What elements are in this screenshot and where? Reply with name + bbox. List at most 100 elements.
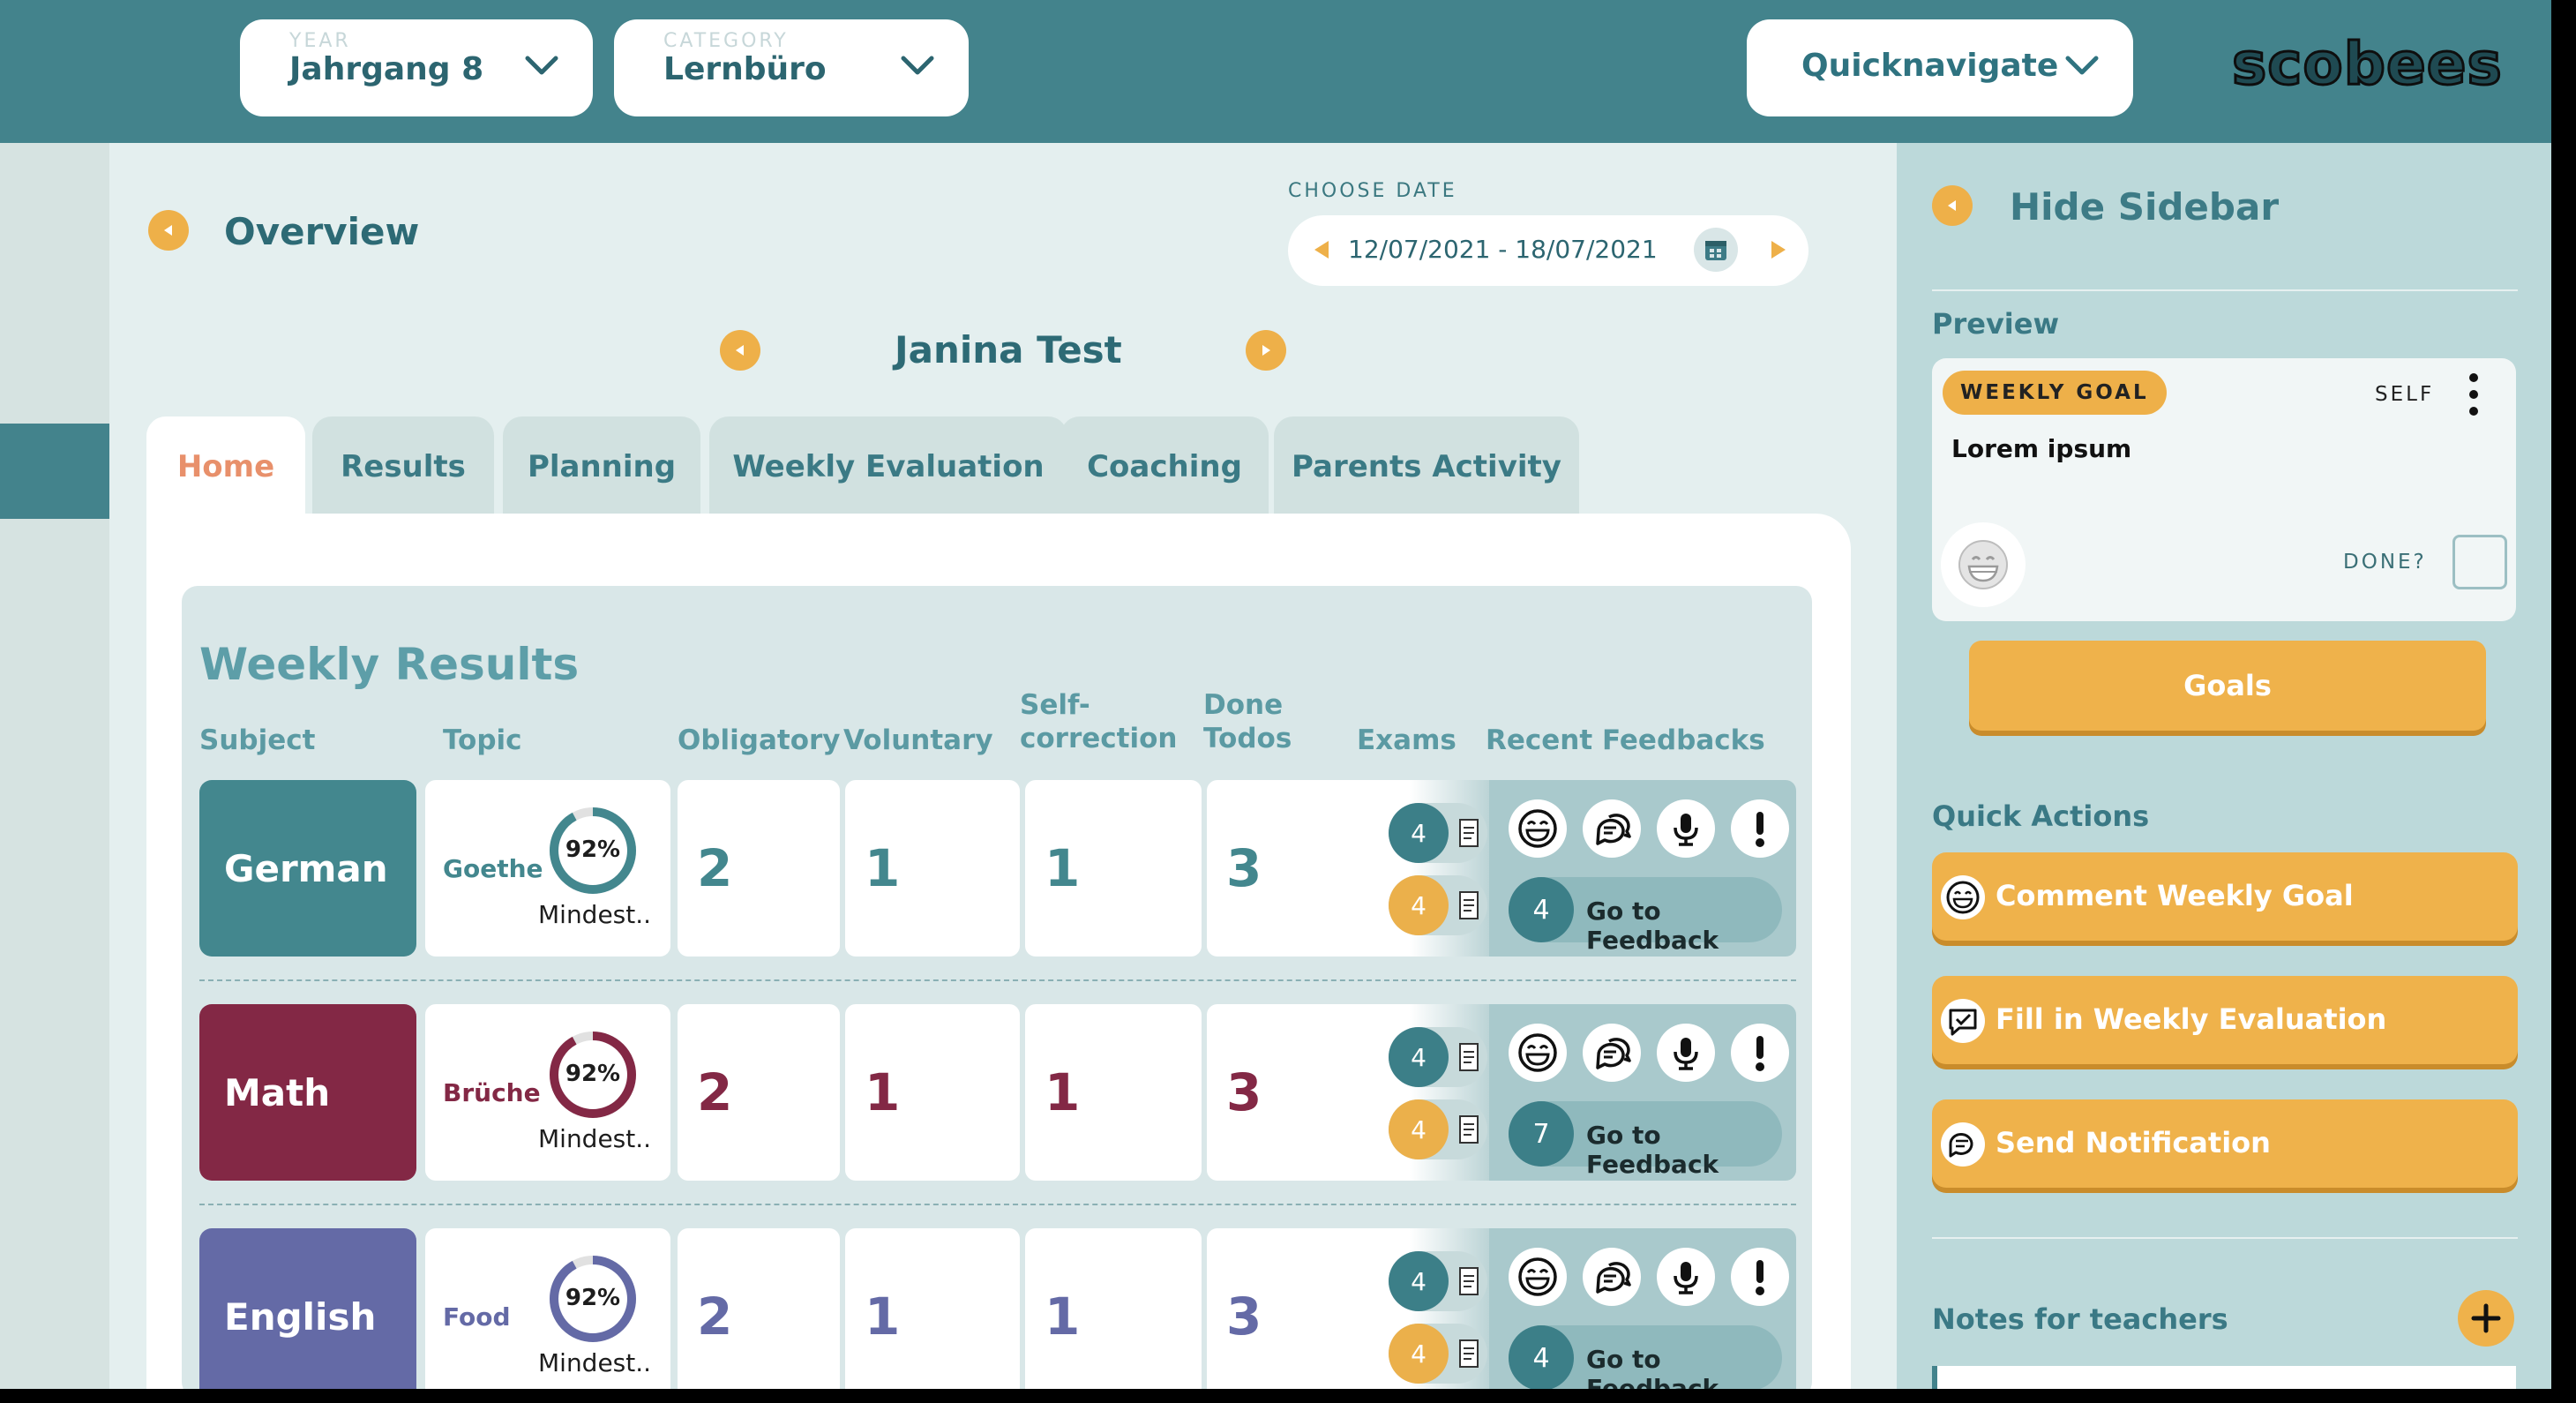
tab-results[interactable]: Results — [312, 416, 494, 517]
scobees-logo[interactable]: scobees — [2231, 29, 2504, 100]
col-topic: Topic — [443, 724, 522, 756]
exam-pill-yellow[interactable]: 4 — [1389, 1099, 1487, 1159]
smiley-icon[interactable] — [1509, 799, 1567, 858]
chevron-down-icon — [901, 56, 934, 75]
grinning-face-icon[interactable] — [1941, 522, 2026, 607]
done-todos-count: 3 — [1207, 780, 1382, 957]
smiley-icon[interactable] — [1509, 1024, 1567, 1082]
exams-cell: 4 4 — [1357, 1004, 1489, 1181]
tab-coaching[interactable]: Coaching — [1060, 416, 1269, 517]
chat-bubbles-icon[interactable] — [1583, 1024, 1641, 1082]
obligatory-count: 2 — [678, 1004, 840, 1181]
goals-button[interactable]: Goals — [1969, 641, 2486, 731]
notepad-icon — [1459, 819, 1479, 847]
done-todos-count: 3 — [1207, 1228, 1382, 1389]
more-options-icon[interactable] — [2465, 371, 2482, 418]
hide-sidebar-button[interactable] — [1932, 185, 1973, 226]
selfcorrection-count: 1 — [1025, 780, 1202, 957]
go-to-feedback-label: Go to Feedback — [1586, 897, 1719, 955]
microphone-icon[interactable] — [1657, 799, 1715, 858]
category-value: Lernbüro — [663, 51, 827, 87]
send-notification-button[interactable]: Send Notification — [1932, 1099, 2518, 1188]
topic-cell[interactable]: Food 92% Mindest.. — [425, 1228, 670, 1389]
col-selfcorrection-line2: correction — [1020, 723, 1178, 754]
obligatory-count: 2 — [678, 780, 840, 957]
exam-pill-yellow[interactable]: 4 — [1389, 1324, 1487, 1384]
feedback-count: 4 — [1509, 877, 1574, 942]
exam-pill-teal[interactable]: 4 — [1389, 803, 1487, 863]
microphone-icon[interactable] — [1657, 1024, 1715, 1082]
triangle-left-icon — [736, 345, 744, 356]
fill-weekly-evaluation-button[interactable]: Fill in Weekly Evaluation — [1932, 976, 2518, 1064]
exam-pill-yellow[interactable]: 4 — [1389, 875, 1487, 935]
goal-text: Lorem ipsum — [1951, 434, 2132, 463]
next-student-button[interactable] — [1246, 330, 1286, 371]
topic-name: Brüche — [443, 1078, 541, 1107]
chat-bubbles-icon[interactable] — [1583, 1248, 1641, 1306]
subject-tile[interactable]: English — [199, 1228, 416, 1389]
right-sidebar: Hide Sidebar Preview WEEKLY GOAL SELF Lo… — [1897, 143, 2551, 1389]
subject-tile[interactable]: German — [199, 780, 416, 957]
calendar-icon[interactable] — [1694, 228, 1738, 272]
exclamation-icon[interactable] — [1731, 799, 1789, 858]
topic-cell[interactable]: Goethe 92% Mindest.. — [425, 780, 670, 957]
add-note-button[interactable] — [2458, 1290, 2514, 1347]
weekly-results-card: Weekly Results Subject Topic Obligatory … — [182, 586, 1812, 1389]
done-checkbox[interactable] — [2452, 535, 2507, 589]
quicknavigate-dropdown[interactable]: Quicknavigate — [1747, 19, 2133, 116]
chat-bubbles-icon[interactable] — [1583, 799, 1641, 858]
col-done-line2: Todos — [1203, 723, 1292, 754]
weekly-results-title: Weekly Results — [199, 639, 580, 690]
exclamation-icon[interactable] — [1731, 1024, 1789, 1082]
date-picker[interactable]: 12/07/2021 - 18/07/2021 — [1288, 215, 1808, 286]
exam-pill-teal[interactable]: 4 — [1389, 1027, 1487, 1087]
selfcorrection-count: 1 — [1025, 1004, 1202, 1181]
topic-cell[interactable]: Brüche 92% Mindest.. — [425, 1004, 670, 1181]
topic-level: Mindest.. — [538, 900, 652, 929]
go-to-feedback-button[interactable]: 4 Go to Feedback — [1509, 877, 1782, 955]
go-to-feedback-button[interactable]: 7 Go to Feedback — [1509, 1101, 1782, 1179]
exclamation-icon[interactable] — [1731, 1248, 1789, 1306]
chat-bubbles-icon — [1941, 1122, 1985, 1167]
tab-planning[interactable]: Planning — [503, 416, 700, 517]
topic-percent: 92% — [565, 1285, 621, 1311]
tab-home[interactable]: Home — [146, 416, 305, 517]
col-selfcorrection-line1: Self- — [1020, 689, 1090, 721]
hide-sidebar-label[interactable]: Hide Sidebar — [2010, 185, 2279, 229]
overview-back-button[interactable] — [148, 210, 189, 251]
exam-pill-teal[interactable]: 4 — [1389, 1251, 1487, 1311]
subject-tile[interactable]: Math — [199, 1004, 416, 1181]
category-dropdown[interactable]: CATEGORY Lernbüro — [614, 19, 969, 116]
sidebar-divider — [1932, 289, 2518, 291]
category-caption: CATEGORY — [663, 30, 789, 52]
result-row: German Goethe 92% Mindest.. 2 1 1 3 4 4 — [199, 780, 1796, 957]
quicknavigate-label: Quicknavigate — [1801, 48, 2059, 84]
prev-week-icon[interactable] — [1313, 238, 1330, 261]
tab-parents-activity[interactable]: Parents Activity — [1274, 416, 1579, 517]
chevron-down-icon — [525, 56, 558, 75]
tab-weekly-evaluation[interactable]: Weekly Evaluation — [709, 416, 1067, 517]
comment-weekly-goal-button[interactable]: Comment Weekly Goal — [1932, 852, 2518, 941]
note-card[interactable] — [1932, 1366, 2516, 1389]
prev-student-button[interactable] — [720, 330, 760, 371]
notes-heading: Notes for teachers — [1932, 1302, 2228, 1336]
rail-active-marker[interactable] — [0, 424, 109, 519]
year-dropdown[interactable]: YEAR Jahrgang 8 — [240, 19, 593, 116]
next-week-icon[interactable] — [1770, 238, 1787, 261]
go-to-feedback-button[interactable]: 4 Go to Feedback — [1509, 1325, 1782, 1389]
page-title: Overview — [224, 210, 420, 253]
smiley-icon — [1941, 875, 1985, 919]
exam-count-yellow: 4 — [1389, 1099, 1449, 1159]
top-header: YEAR Jahrgang 8 CATEGORY Lernbüro Quickn… — [0, 0, 2551, 143]
microphone-icon[interactable] — [1657, 1248, 1715, 1306]
voluntary-count: 1 — [845, 1228, 1020, 1389]
plus-icon — [2471, 1303, 2501, 1333]
triangle-left-icon — [1948, 200, 1956, 211]
obligatory-count: 2 — [678, 1228, 840, 1389]
go-to-feedback-label: Go to Feedback — [1586, 1121, 1719, 1179]
preview-heading: Preview — [1932, 307, 2060, 341]
smiley-icon[interactable] — [1509, 1248, 1567, 1306]
exam-count-yellow: 4 — [1389, 1324, 1449, 1384]
subject-name: German — [224, 846, 388, 890]
topic-name: Food — [443, 1302, 511, 1332]
